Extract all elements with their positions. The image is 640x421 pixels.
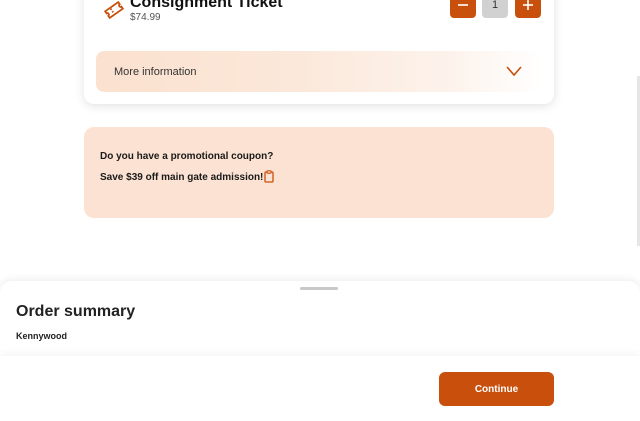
- minus-icon: [458, 4, 468, 6]
- more-information-label: More information: [114, 66, 197, 78]
- decrease-quantity-button[interactable]: [450, 0, 476, 18]
- continue-button[interactable]: Continue: [439, 372, 554, 406]
- chevron-down-icon: [506, 64, 522, 77]
- sheet-drag-handle[interactable]: [300, 287, 338, 290]
- ticket-price: $74.99: [130, 12, 161, 23]
- plus-icon: [523, 0, 533, 10]
- promo-offer: Save $39 off main gate admission!: [100, 172, 264, 183]
- quantity-value: 1: [482, 0, 508, 18]
- ticket-card: Consignment Ticket $74.99 1 More informa…: [84, 0, 554, 104]
- footer-bar: Continue: [0, 356, 640, 421]
- park-name: Kennywood: [16, 331, 67, 341]
- promo-question: Do you have a promotional coupon?: [100, 151, 274, 162]
- ticket-icon: [102, 0, 126, 22]
- more-information-toggle[interactable]: More information: [96, 51, 542, 92]
- promo-coupon-box: Do you have a promotional coupon? Save $…: [84, 127, 554, 218]
- clipboard-icon[interactable]: [264, 170, 274, 183]
- order-summary-sheet: Order summary Kennywood Continue: [0, 281, 640, 421]
- ticket-title: Consignment Ticket: [130, 0, 283, 11]
- order-summary-title: Order summary: [16, 303, 136, 320]
- increase-quantity-button[interactable]: [515, 0, 541, 18]
